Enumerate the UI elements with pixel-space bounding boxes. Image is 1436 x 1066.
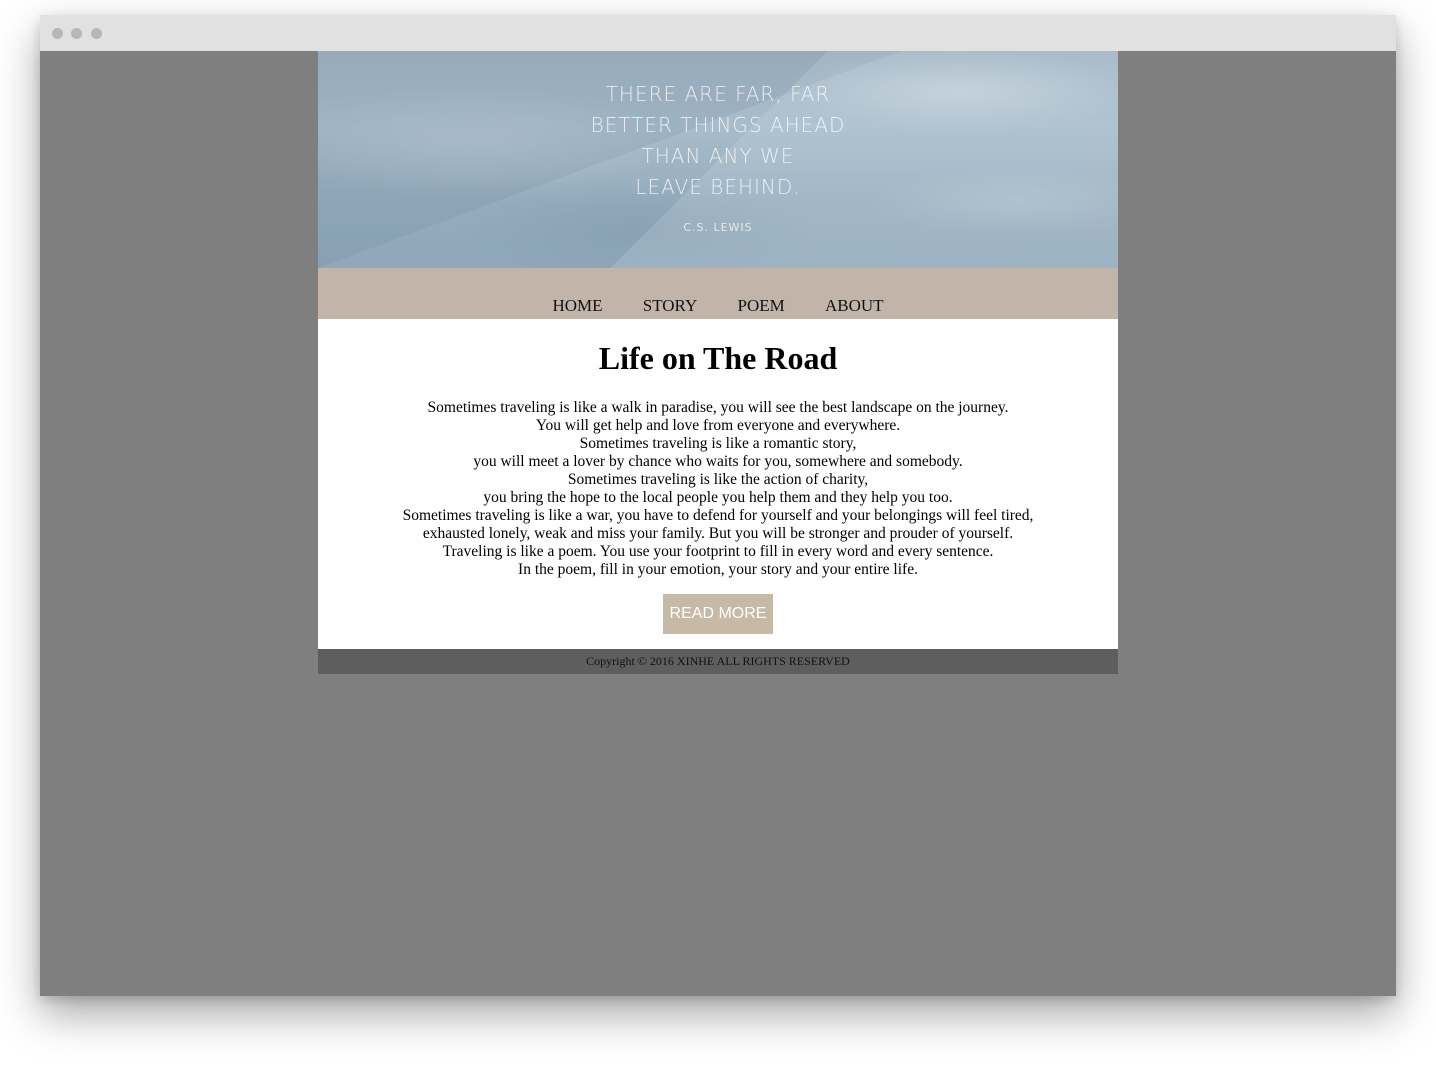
- hero-banner: THERE ARE FAR, FAR BETTER THINGS AHEAD T…: [318, 51, 1118, 268]
- nav-list: HOME STORY POEM ABOUT: [318, 297, 1118, 314]
- browser-window: THERE ARE FAR, FAR BETTER THINGS AHEAD T…: [40, 15, 1396, 996]
- hero-quote: THERE ARE FAR, FAR BETTER THINGS AHEAD T…: [318, 79, 1118, 203]
- page-title: Life on The Road: [598, 340, 838, 376]
- nav-item-poem[interactable]: POEM: [738, 297, 785, 314]
- nav-item-home[interactable]: HOME: [552, 297, 602, 314]
- hero-quote-author: C.S. LEWIS: [683, 221, 753, 234]
- poem-line: Sometimes traveling is like the action o…: [567, 471, 869, 488]
- hero-quote-line: THERE ARE FAR, FAR: [605, 82, 831, 106]
- poem-line: Traveling is like a poem. You use your f…: [442, 543, 994, 560]
- main-nav: HOME STORY POEM ABOUT: [318, 268, 1118, 319]
- poem-line: exhausted lonely, weak and miss your fam…: [422, 525, 1014, 542]
- poem-line: you bring the hope to the local people y…: [483, 489, 953, 506]
- main-content: Life on The Road Sometimes traveling is …: [318, 319, 1118, 649]
- read-more-button[interactable]: READ MORE: [663, 594, 773, 634]
- poem-line: Sometimes traveling is like a walk in pa…: [427, 399, 1009, 416]
- poem-line: You will get help and love from everyone…: [535, 417, 901, 434]
- poem-line: Sometimes traveling is like a war, you h…: [402, 507, 1034, 524]
- site-container: THERE ARE FAR, FAR BETTER THINGS AHEAD T…: [318, 51, 1118, 674]
- poem-text: Sometimes traveling is like a walk in pa…: [318, 399, 1118, 579]
- window-minimize-dot[interactable]: [71, 28, 82, 39]
- browser-title-bar: [40, 15, 1396, 51]
- poem-line: In the poem, fill in your emotion, your …: [518, 561, 918, 578]
- hero-quote-line: THAN ANY WE: [641, 144, 795, 168]
- window-maximize-dot[interactable]: [91, 28, 102, 39]
- nav-item-story[interactable]: STORY: [643, 297, 698, 314]
- hero-quote-line: BETTER THINGS AHEAD: [590, 113, 846, 137]
- footer-copyright: Copyright © 2016 XINHE ALL RIGHTS RESERV…: [318, 649, 1118, 674]
- poem-line: Sometimes traveling is like a romantic s…: [579, 435, 857, 452]
- nav-item-about[interactable]: ABOUT: [825, 297, 884, 314]
- poem-line: you will meet a lover by chance who wait…: [473, 453, 963, 470]
- window-close-dot[interactable]: [52, 28, 63, 39]
- hero-quote-line: LEAVE BEHIND.: [635, 175, 801, 199]
